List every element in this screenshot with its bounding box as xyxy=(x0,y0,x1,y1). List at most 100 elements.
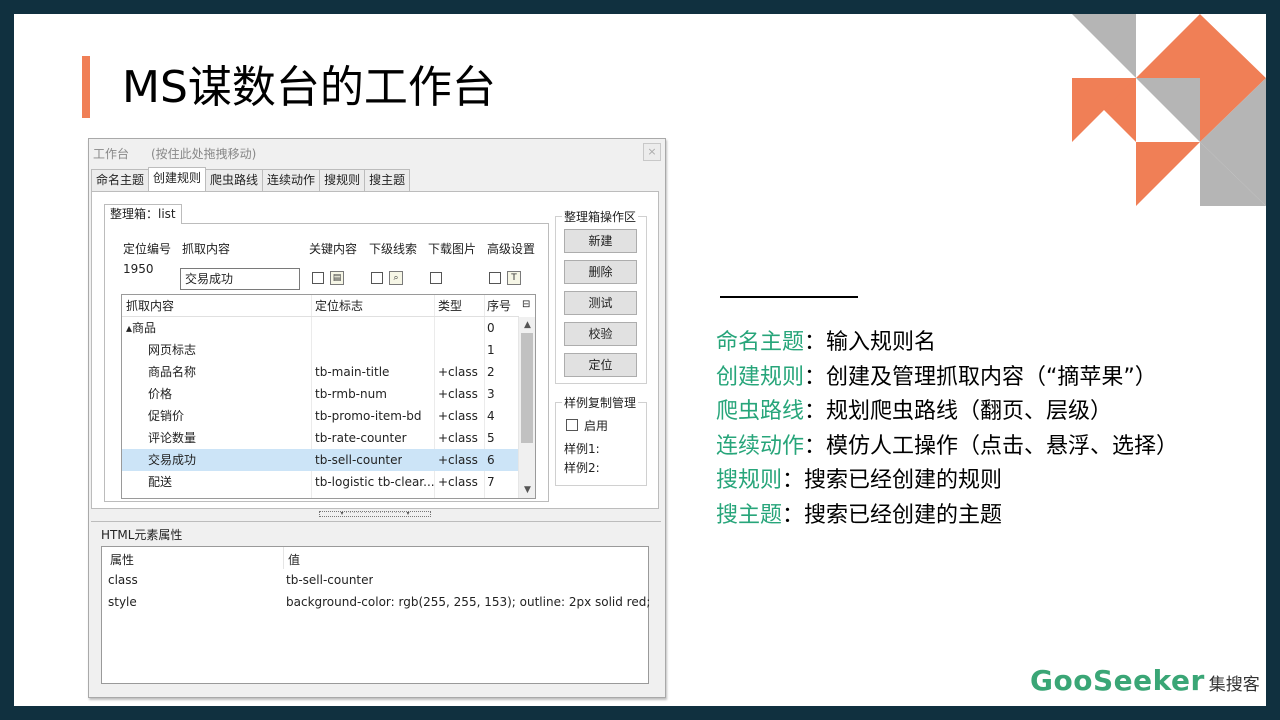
box-panel: 定位编号 1950 抓取内容 交易成功 关键内容 下级线索 下载图片 高级设置 … xyxy=(104,223,549,502)
advanced-icon[interactable]: T xyxy=(507,271,521,285)
pos-id-value: 1950 xyxy=(123,262,154,276)
tab-continuous-action[interactable]: 连续动作 xyxy=(262,169,321,191)
decorative-triangles xyxy=(1072,14,1266,206)
advanced-checkbox[interactable] xyxy=(489,272,501,284)
html-attrs-panel: HTML元素属性 属性 值 class tb-sell-counter styl… xyxy=(91,521,661,695)
scroll-thumb[interactable] xyxy=(521,333,533,443)
desc-line-search-rules: 搜规则：搜索已经创建的规则 xyxy=(716,466,1002,496)
tab-search-rules[interactable]: 搜规则 xyxy=(319,169,366,191)
row-type: +class xyxy=(438,387,478,401)
page-title: MS谋数台的工作台 xyxy=(122,62,496,113)
test-button[interactable]: 测试 xyxy=(564,291,637,315)
sublink-checkbox[interactable] xyxy=(371,272,383,284)
window-titlebar[interactable]: 工作台 (按住此处拖拽移动) × xyxy=(89,139,665,165)
row-index: 7 xyxy=(487,475,495,489)
desc-text: ：模仿人工操作（点击、悬浮、选择） xyxy=(804,434,1179,459)
drag-hint: (按住此处拖拽移动) xyxy=(151,147,257,161)
attr-header[interactable]: 属性 xyxy=(110,551,134,568)
value-header[interactable]: 值 xyxy=(288,551,300,568)
desc-key: 连续动作 xyxy=(716,434,805,459)
row-type: +class xyxy=(438,431,478,445)
new-button[interactable]: 新建 xyxy=(564,229,637,253)
create-rules-panel: 整理箱：list 定位编号 1950 抓取内容 交易成功 关键内容 下级线索 下… xyxy=(91,191,659,509)
locate-button[interactable]: 定位 xyxy=(564,353,637,377)
row-index: 1 xyxy=(487,343,495,357)
scroll-down-icon[interactable]: ▼ xyxy=(519,482,535,498)
grid-scrollbar[interactable]: ▲ ▼ xyxy=(518,317,535,498)
slide: MS谋数台的工作台 工作台 (按住此处拖拽移动) × 命名主题 创建规则 爬虫路… xyxy=(14,14,1266,706)
gooseeker-logo: GooSeeker 集搜客 xyxy=(1030,664,1260,697)
desc-key: 创建规则 xyxy=(716,365,805,390)
main-tabs: 命名主题 创建规则 爬虫路线 连续动作 搜规则 搜主题 xyxy=(91,167,411,191)
tab-create-rules[interactable]: 创建规则 xyxy=(148,167,207,191)
pos-id-label: 定位编号 xyxy=(123,242,172,256)
capture-input[interactable]: 交易成功 xyxy=(180,268,300,290)
sample2-label: 样例2: xyxy=(564,461,600,475)
enable-checkbox[interactable] xyxy=(566,419,578,431)
html-attrs-table: 属性 值 class tb-sell-counter style backgro… xyxy=(101,546,651,684)
row-capture: 价格 xyxy=(148,387,173,401)
tab-search-theme[interactable]: 搜主题 xyxy=(364,169,411,191)
attr-value: background-color: rgb(255, 255, 153); ou… xyxy=(286,595,651,609)
keyword-icon[interactable]: ▤ xyxy=(330,271,344,285)
capture-label: 抓取内容 xyxy=(182,242,231,256)
grid-row[interactable]: 促销价 tb-promo-item-bd +class 4 xyxy=(122,405,519,427)
grid-row[interactable]: 评论数量 tb-rate-counter +class 5 xyxy=(122,427,519,449)
row-type: +class xyxy=(438,365,478,379)
row-capture: 交易成功 xyxy=(148,453,197,467)
desc-key: 搜规则 xyxy=(716,468,783,493)
grid-header-capture[interactable]: 抓取内容 xyxy=(126,295,174,317)
attr-row[interactable]: class tb-sell-counter xyxy=(102,569,648,591)
grid-header-index[interactable]: 序号 xyxy=(487,295,511,317)
grid-row-selected[interactable]: 交易成功 tb-sell-counter +class 6 xyxy=(122,449,519,471)
desc-text: ：搜索已经创建的规则 xyxy=(782,468,1003,493)
attr-value: tb-sell-counter xyxy=(286,573,374,587)
desc-text: ：输入规则名 xyxy=(804,330,937,355)
panel-splitter[interactable]: ▾ · · · · · · · · · · · · · · · · ▾ xyxy=(319,511,431,517)
sublink-icon[interactable]: ⌕ xyxy=(389,271,403,285)
workbench-window: 工作台 (按住此处拖拽移动) × 命名主题 创建规则 爬虫路线 连续动作 搜规则… xyxy=(88,138,666,698)
column-chooser-icon[interactable]: ⊟ xyxy=(522,299,530,310)
row-locator: tb-main-title xyxy=(315,365,390,379)
logo-brand: GooSeeker xyxy=(1030,664,1205,697)
grid-row[interactable]: 配送 tb-logistic tb-clear... +class 7 xyxy=(122,471,519,493)
keyword-label: 关键内容 xyxy=(309,242,358,256)
grid-header-locator[interactable]: 定位标志 xyxy=(315,295,363,317)
grid-row[interactable]: 网页标志 1 xyxy=(122,339,519,361)
tab-crawler-route[interactable]: 爬虫路线 xyxy=(205,169,264,191)
row-capture: ▴商品 xyxy=(126,321,157,335)
row-locator: tb-rmb-num xyxy=(315,387,387,401)
row-type: +class xyxy=(438,409,478,423)
attr-name: style xyxy=(108,595,137,609)
grid-header: 抓取内容 定位标志 类型 序号 xyxy=(122,295,519,317)
row-capture: 促销价 xyxy=(148,409,185,423)
row-index: 4 xyxy=(487,409,495,423)
scroll-up-icon[interactable]: ▲ xyxy=(519,317,535,333)
capture-grid: 抓取内容 定位标志 类型 序号 ⊟ ▴商品 0 网页标志 1 商品名称 tb-m… xyxy=(121,294,536,499)
box-ops-group: 整理箱操作区 新建 删除 测试 校验 定位 xyxy=(555,208,647,384)
row-index: 6 xyxy=(487,453,495,467)
row-type: +class xyxy=(438,453,478,467)
grid-row[interactable]: 商品名称 tb-main-title +class 2 xyxy=(122,361,519,383)
verify-button[interactable]: 校验 xyxy=(564,322,637,346)
download-checkbox[interactable] xyxy=(430,272,442,284)
divider-rule xyxy=(720,296,858,298)
grid-header-type[interactable]: 类型 xyxy=(438,295,462,317)
attr-row[interactable]: style background-color: rgb(255, 255, 15… xyxy=(102,591,651,613)
download-label: 下载图片 xyxy=(428,242,477,256)
grid-row[interactable]: 价格 tb-rmb-num +class 3 xyxy=(122,383,519,405)
desc-text: ：创建及管理抓取内容（“摘苹果”） xyxy=(804,365,1157,390)
delete-button[interactable]: 删除 xyxy=(564,260,637,284)
row-locator: tb-logistic tb-clear... xyxy=(315,475,435,489)
keyword-checkbox[interactable] xyxy=(312,272,324,284)
attr-name: class xyxy=(108,573,138,587)
grid-row[interactable]: ▴商品 0 xyxy=(122,317,519,339)
tab-naming-theme[interactable]: 命名主题 xyxy=(91,169,150,191)
row-capture: 网页标志 xyxy=(148,343,197,357)
row-capture: 配送 xyxy=(148,475,173,489)
sample-copy-group: 样例复制管理 启用 样例1: 样例2: xyxy=(555,394,647,486)
logo-brand-cn: 集搜客 xyxy=(1208,675,1260,695)
box-tab[interactable]: 整理箱：list xyxy=(104,204,182,224)
close-button[interactable]: × xyxy=(643,143,661,161)
row-index: 0 xyxy=(487,321,495,335)
